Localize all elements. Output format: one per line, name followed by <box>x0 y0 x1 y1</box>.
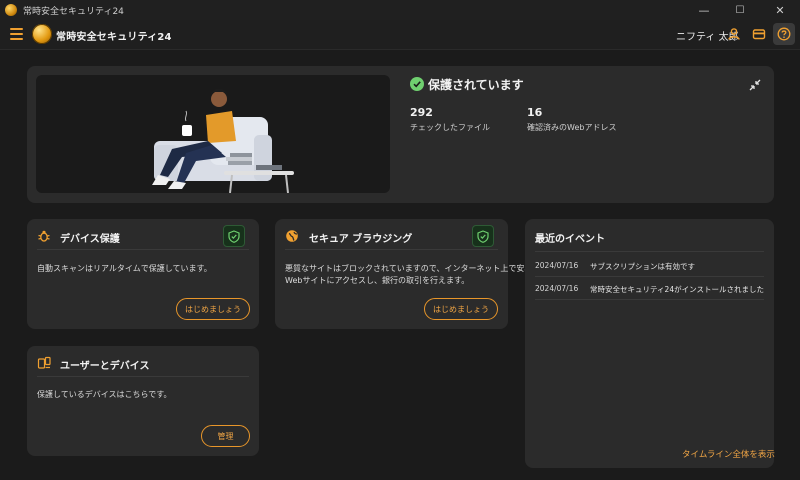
view-full-timeline-link[interactable]: タイムライン全体を表示 <box>682 448 775 460</box>
device-ok-badge <box>223 225 245 247</box>
event-text: 常時安全セキュリティ24がインストールされました <box>590 285 764 294</box>
browsing-get-started-button[interactable]: はじめましょう <box>424 298 498 320</box>
urls-checked-label: 確認済みのWebアドレス <box>527 123 617 132</box>
help-icon <box>777 27 791 41</box>
help-button[interactable] <box>773 23 795 45</box>
device-get-started-button[interactable]: はじめましょう <box>176 298 250 320</box>
device-protection-title: デバイス保護 <box>60 234 120 245</box>
collapse-icon[interactable] <box>748 78 762 92</box>
divider <box>535 251 764 252</box>
divider <box>37 249 249 250</box>
urls-checked-count: 16 <box>527 106 543 119</box>
minimize-button[interactable]: — <box>688 0 720 20</box>
users-devices-title: ユーザーとデバイス <box>60 361 150 372</box>
divider <box>37 376 249 377</box>
files-checked-label: チェックしたファイル <box>410 123 490 132</box>
maximize-button[interactable]: ☐ <box>724 0 756 20</box>
devices-icon <box>37 356 51 369</box>
shield-check-icon <box>410 77 424 91</box>
divider <box>285 249 498 250</box>
browsing-ok-badge <box>472 225 494 247</box>
secure-browsing-description-line2: Webサイトにアクセスし、銀行の取引を行えます。 <box>285 276 470 285</box>
person-icon <box>728 28 740 40</box>
shield-check-icon <box>228 229 240 243</box>
account-button[interactable] <box>723 23 745 45</box>
event-date: 2024/07/16 <box>535 261 579 270</box>
wallet-icon <box>752 29 766 40</box>
event-text: サブスクリプションは有効です <box>590 262 695 271</box>
app-header: 常時安全セキュリティ24 ニフティ 太郎 <box>0 20 800 50</box>
brand-logo <box>32 24 52 44</box>
files-checked-count: 292 <box>410 106 433 119</box>
window-title: 常時安全セキュリティ24 <box>23 6 124 17</box>
bug-shield-icon <box>38 230 50 242</box>
shield-check-icon <box>477 229 489 243</box>
secure-browsing-description-line1: 悪質なサイトはブロックされていますので、インターネット上で安心して <box>285 264 549 273</box>
users-devices-description: 保護しているデバイスはこちらです。 <box>37 390 172 399</box>
brand-name: 常時安全セキュリティ24 <box>56 32 172 43</box>
secure-browsing-title: セキュア ブラウジング <box>309 234 413 245</box>
recent-events-title: 最近のイベント <box>535 234 605 245</box>
wallet-button[interactable] <box>748 23 770 45</box>
event-date: 2024/07/16 <box>535 284 579 293</box>
illustration-person-on-sofa <box>36 75 390 193</box>
manage-button[interactable]: 管理 <box>201 425 250 447</box>
device-protection-description: 自動スキャンはリアルタイムで保護しています。 <box>37 264 212 273</box>
divider <box>535 299 764 300</box>
globe-icon <box>286 230 298 242</box>
protection-status-title: 保護されています <box>428 78 524 92</box>
app-icon <box>5 4 17 16</box>
divider <box>535 276 764 277</box>
protection-status-card <box>27 66 774 203</box>
menu-icon[interactable] <box>10 28 23 40</box>
window-titlebar: 常時安全セキュリティ24 <box>0 0 800 20</box>
recent-events-card <box>525 219 774 468</box>
close-button[interactable]: ✕ <box>764 0 796 20</box>
